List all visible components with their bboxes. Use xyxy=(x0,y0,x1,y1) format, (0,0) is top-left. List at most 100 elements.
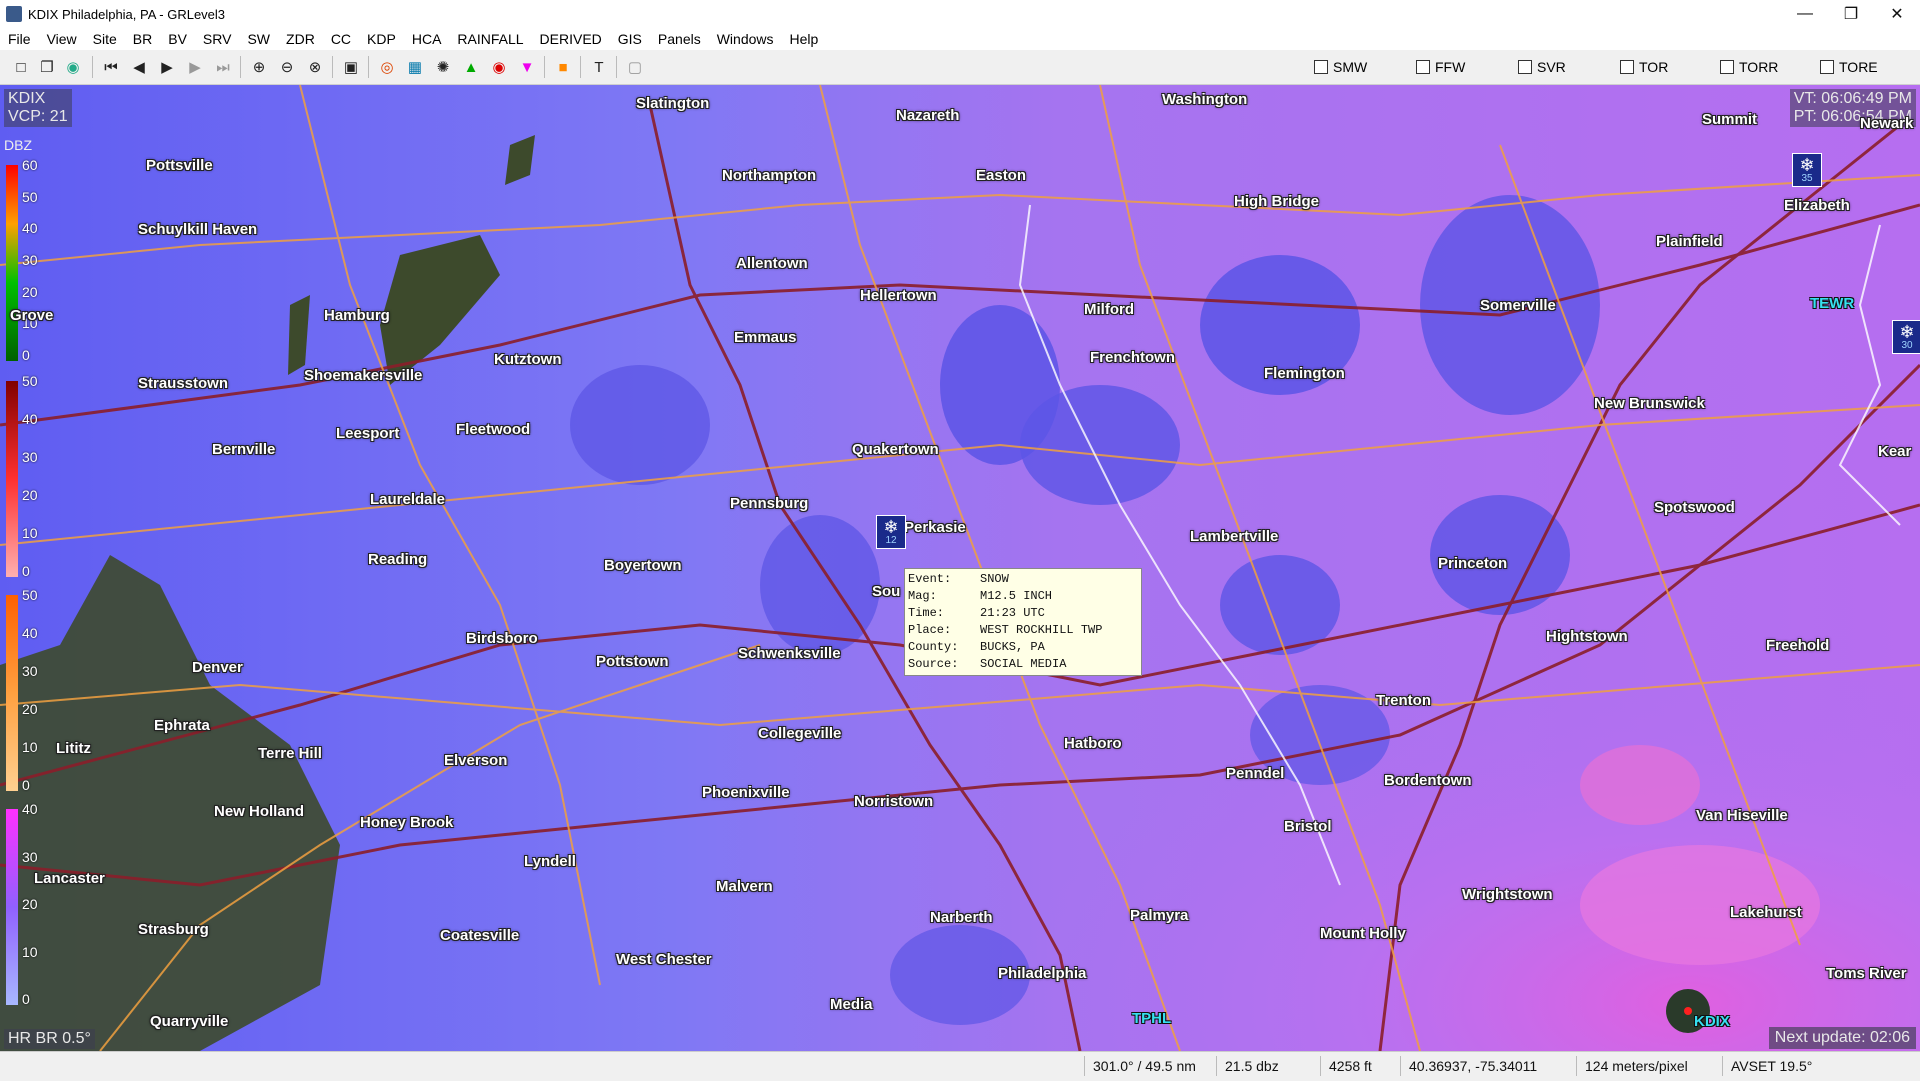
popup-value: SNOW xyxy=(980,572,1009,586)
scale-tick-label: 20 xyxy=(22,896,38,912)
warning-toggle-svr[interactable]: SVR xyxy=(1518,59,1566,75)
city-label: Plainfield xyxy=(1656,233,1723,250)
city-label: Washington xyxy=(1162,91,1248,108)
snow-report-marker[interactable]: ❄ 35 xyxy=(1792,153,1822,187)
app-icon xyxy=(6,6,22,22)
copy-icon[interactable]: ❐ xyxy=(36,56,58,78)
city-label: Strasburg xyxy=(138,921,209,938)
first-frame-icon[interactable]: ⏮ xyxy=(100,56,122,78)
checkbox[interactable] xyxy=(1416,60,1430,74)
snow-report-value: 30 xyxy=(1901,340,1913,351)
warning-label: SVR xyxy=(1537,59,1566,75)
city-label: Flemington xyxy=(1264,365,1345,382)
city-label: Malvern xyxy=(716,878,773,895)
airport-label: TPHL xyxy=(1132,1010,1172,1027)
toolbar-separator xyxy=(368,56,369,78)
status-bar: 301.0° / 49.5 nm 21.5 dbz 4258 ft 40.369… xyxy=(0,1051,1920,1081)
globe-icon[interactable]: ◉ xyxy=(62,56,84,78)
menu-panels[interactable]: Panels xyxy=(650,28,709,50)
radar-vcp: VCP: 21 xyxy=(8,108,68,125)
zoom-in-icon[interactable]: ⊕ xyxy=(248,56,270,78)
scale-tick-label: 0 xyxy=(22,991,30,1007)
menu-br[interactable]: BR xyxy=(125,28,160,50)
menu-windows[interactable]: Windows xyxy=(709,28,782,50)
menu-srv[interactable]: SRV xyxy=(195,28,240,50)
minimize-button[interactable]: — xyxy=(1782,0,1828,28)
snow-report-marker[interactable]: ❄ 30 xyxy=(1892,320,1920,354)
menu-view[interactable]: View xyxy=(39,28,85,50)
menu-kdp[interactable]: KDP xyxy=(359,28,404,50)
text-icon[interactable]: T xyxy=(588,56,610,78)
city-label: Reading xyxy=(368,551,428,568)
scale-rain xyxy=(6,165,18,361)
snow-report-marker[interactable]: ❄ 12 xyxy=(876,515,906,549)
meso-circle-icon[interactable]: ◉ xyxy=(488,56,510,78)
radar-map[interactable]: KDIX VCP: 21 VT: 06:06:49 PM PT: 06:06:5… xyxy=(0,85,1920,1051)
zoom-reset-icon[interactable]: ⊗ xyxy=(304,56,326,78)
popup-value: M12.5 INCH xyxy=(980,589,1053,603)
warnings-icon[interactable]: ■ xyxy=(552,56,574,78)
city-label: Van Hiseville xyxy=(1696,807,1788,824)
checkbox[interactable] xyxy=(1720,60,1734,74)
close-button[interactable]: ✕ xyxy=(1874,0,1920,28)
checkbox[interactable] xyxy=(1620,60,1634,74)
menu-zdr[interactable]: ZDR xyxy=(278,28,323,50)
warning-toggle-ffw[interactable]: FFW xyxy=(1416,59,1465,75)
zoom-out-icon[interactable]: ⊖ xyxy=(276,56,298,78)
checkbox[interactable] xyxy=(1518,60,1532,74)
warning-toggle-smw[interactable]: SMW xyxy=(1314,59,1367,75)
checkbox[interactable] xyxy=(1820,60,1834,74)
checkbox[interactable] xyxy=(1314,60,1328,74)
city-label: Boyertown xyxy=(604,557,682,574)
menu-site[interactable]: Site xyxy=(85,28,125,50)
last-frame-icon[interactable]: ⏭ xyxy=(212,56,234,78)
warning-label: FFW xyxy=(1435,59,1466,75)
open-icon[interactable]: □ xyxy=(10,56,32,78)
city-label: Elverson xyxy=(444,752,508,769)
menu-rainfall[interactable]: RAINFALL xyxy=(449,28,531,50)
scale-tick-label: 30 xyxy=(22,848,38,865)
tvs-triangle-icon[interactable]: ▼ xyxy=(516,56,538,78)
scale-tick-label: 50 xyxy=(22,373,38,389)
city-label: Grove xyxy=(10,307,54,324)
city-label: Coatesville xyxy=(440,927,520,944)
warning-toggle-tor[interactable]: TOR xyxy=(1620,59,1668,75)
city-label: Perkasie xyxy=(904,519,966,536)
scale-tick-label: 50 xyxy=(22,587,38,603)
play-icon[interactable]: ▶ xyxy=(156,56,178,78)
menu-gis[interactable]: GIS xyxy=(610,28,650,50)
airport-label: KDIX xyxy=(1694,1013,1730,1030)
city-label: Hightstown xyxy=(1546,628,1628,645)
city-label: Summit xyxy=(1702,111,1758,128)
menu-help[interactable]: Help xyxy=(782,28,827,50)
prev-frame-icon[interactable]: ◀ xyxy=(128,56,150,78)
window-title: KDIX Philadelphia, PA - GRLevel3 xyxy=(28,6,226,22)
popup-row: Event: SNOW xyxy=(908,571,1138,588)
next-frame-icon[interactable]: ▶ xyxy=(184,56,206,78)
restore-button[interactable]: ❐ xyxy=(1828,0,1874,28)
menu-cc[interactable]: CC xyxy=(323,28,359,50)
city-label: Ephrata xyxy=(154,717,210,734)
city-label: Spotswood xyxy=(1654,499,1735,516)
menu-bv[interactable]: BV xyxy=(160,28,195,50)
window-icon[interactable]: ▢ xyxy=(624,56,646,78)
probe-icon[interactable]: ✺ xyxy=(432,56,454,78)
city-label: Hamburg xyxy=(324,307,390,324)
storm-track-icon[interactable]: ◎ xyxy=(376,56,398,78)
menu-file[interactable]: File xyxy=(0,28,39,50)
color-table-icon[interactable]: ▦ xyxy=(404,56,426,78)
menu-derived[interactable]: DERIVED xyxy=(532,28,610,50)
warning-toggle-torr[interactable]: TORR xyxy=(1720,59,1778,75)
scale-tick-label: 20 xyxy=(22,487,38,503)
city-label: Milford xyxy=(1084,301,1134,318)
menu-hca[interactable]: HCA xyxy=(404,28,450,50)
smooth-icon[interactable]: ▣ xyxy=(340,56,362,78)
city-label: Lititz xyxy=(56,740,91,757)
city-label: Lambertville xyxy=(1190,528,1279,545)
hail-triangle-icon[interactable]: ▲ xyxy=(460,56,482,78)
menu-sw[interactable]: SW xyxy=(239,28,278,50)
toolbar-separator xyxy=(240,56,241,78)
city-label: Palmyra xyxy=(1130,907,1189,924)
warning-toggle-tore[interactable]: TORE xyxy=(1820,59,1878,75)
city-label: Hatboro xyxy=(1064,735,1122,752)
